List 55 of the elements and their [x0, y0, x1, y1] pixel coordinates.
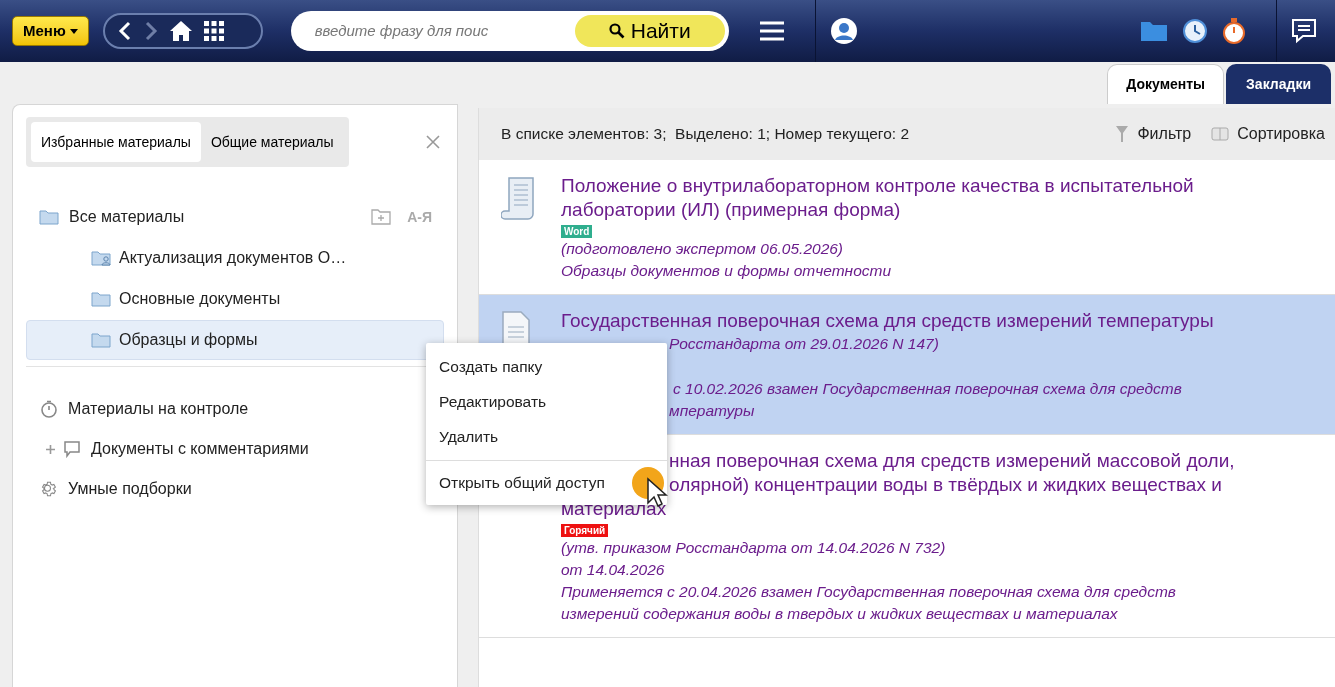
sidebar-tab[interactable]: Общие материалы	[200, 122, 344, 162]
document-note: (утв. приказом Росстандарта от 14.04.2026 N 732)	[561, 538, 947, 558]
tree-item[interactable]: Основные документы	[26, 279, 444, 319]
sidebar-tab[interactable]: Избранные материалы	[31, 122, 201, 162]
user-avatar-icon[interactable]	[829, 17, 858, 45]
settings-icon	[40, 480, 58, 498]
folder-icon	[91, 291, 111, 307]
search-icon	[608, 23, 625, 39]
stopwatch-icon[interactable]	[1222, 17, 1246, 45]
plus-icon[interactable]	[46, 444, 55, 454]
filter-icon	[1115, 125, 1130, 143]
scroll-icon	[501, 176, 537, 222]
clock-icon[interactable]	[1182, 18, 1208, 44]
stopwatch-icon	[40, 400, 58, 418]
document-note: мпературы	[668, 401, 756, 421]
menu-item[interactable]: Открыть общий доступ	[426, 467, 667, 499]
tree-item[interactable]: Актуализация документов О…	[26, 238, 444, 278]
sort-button[interactable]: Сортировка	[1211, 122, 1325, 146]
sidebar-item[interactable]: Умные подборки	[68, 477, 192, 501]
document-tag: Горячий	[561, 524, 609, 537]
grid-icon[interactable]	[202, 20, 225, 42]
document-title[interactable]: материалах	[561, 497, 1235, 521]
tree-item[interactable]: Все материалы	[69, 205, 185, 229]
tree-item[interactable]: Образцы и формы	[26, 320, 444, 360]
sort-icon	[1211, 126, 1230, 142]
document-note: с 10.02.2026 взамен Государственная поверочная схема для средств	[672, 379, 1183, 399]
document-note: Росстандарта от 29.01.2026 N 147)	[668, 334, 940, 354]
document-note: Образцы документов и формы отчетности	[561, 261, 893, 281]
document-title[interactable]: Государственная поверочная схема для средств измерений температуры	[561, 309, 1214, 333]
shared-folder-icon	[91, 250, 111, 266]
view-tab[interactable]: Закладки	[1226, 64, 1331, 104]
document-title[interactable]: Положение о внутрилабораторном контроле качества в испытательной	[561, 174, 1194, 198]
document-note: измерений содержания воды в твердых и жидких веществах и материалах	[561, 604, 1119, 624]
menu-icon[interactable]	[758, 20, 785, 42]
home-icon[interactable]	[168, 20, 193, 42]
sidebar-item[interactable]: Документы с комментариями	[91, 437, 309, 461]
search-field[interactable]: введите фразу для поис Найти	[290, 11, 729, 51]
close-icon[interactable]	[426, 135, 440, 149]
back-icon[interactable]	[116, 21, 133, 41]
filter-button[interactable]: Фильтр	[1115, 122, 1192, 146]
folder-icon[interactable]	[1140, 20, 1168, 42]
document-note: Применяется с 20.04.2026 взамен Государственная поверочная схема для средств	[561, 582, 1177, 602]
document-tag: Word	[561, 225, 593, 238]
sidebar-item[interactable]: Материалы на контроле	[68, 397, 249, 421]
menu-button[interactable]: Меню	[12, 16, 89, 46]
comment-icon	[63, 440, 81, 458]
document-note: от 14.04.2026	[561, 560, 666, 580]
folder-icon	[39, 209, 59, 225]
list-status: В списке элементов: 3; Выделено: 1; Номер текущего: 2	[501, 124, 910, 145]
search-button[interactable]: Найти	[574, 15, 725, 47]
view-tab[interactable]: Документы	[1107, 64, 1225, 104]
document-title[interactable]: лаборатории (ИЛ) (примерная форма)	[561, 198, 1194, 222]
folder-icon	[91, 332, 111, 348]
chat-icon[interactable]	[1291, 18, 1317, 44]
document-note: (подготовлено экспертом 06.05.2026)	[561, 239, 845, 259]
